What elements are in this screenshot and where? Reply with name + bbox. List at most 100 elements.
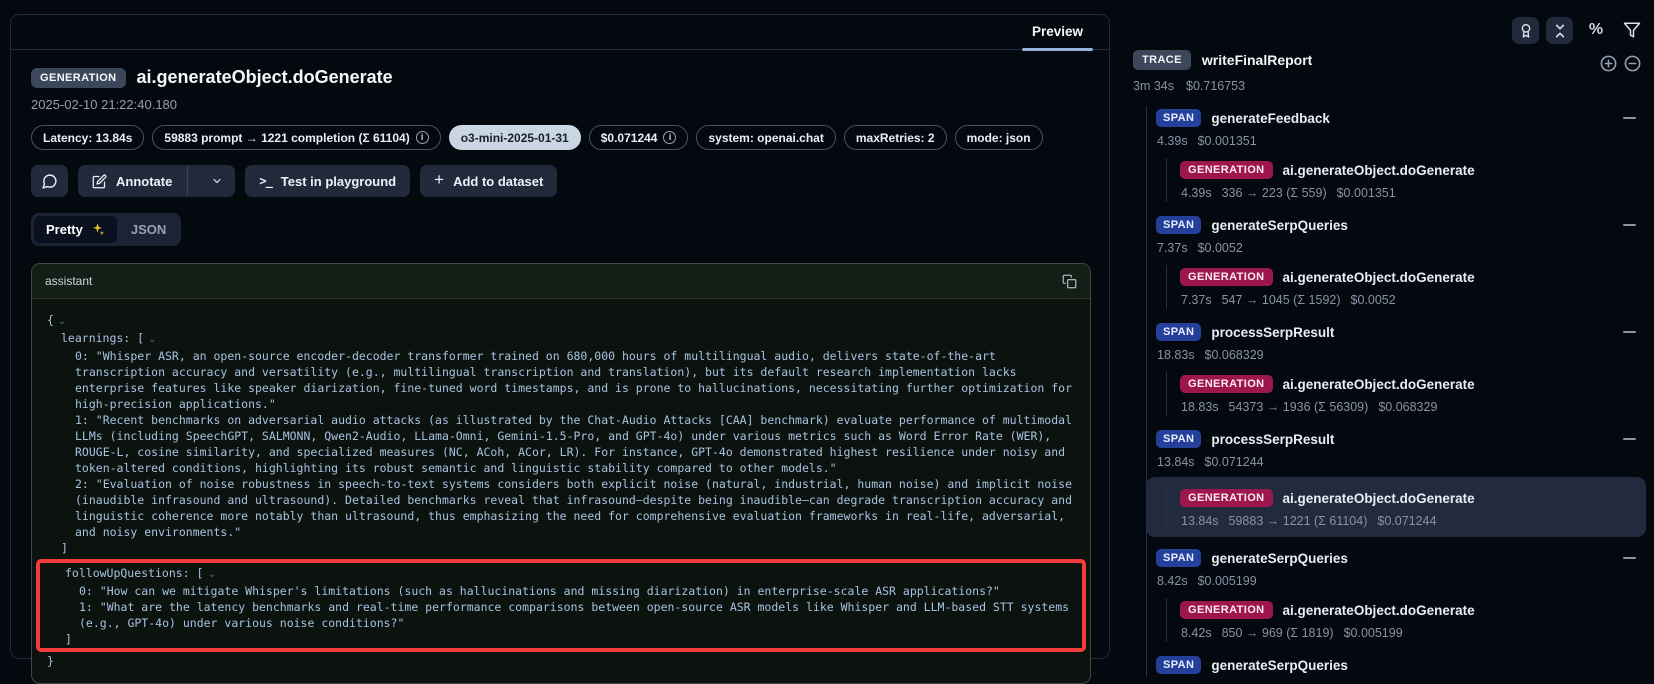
code-text: } (47, 654, 54, 668)
generation-tokens: 850 → 969 (Σ 1819) (1222, 626, 1334, 640)
span-children: GENERATIONai.generateObject.doGenerate8.… (1166, 596, 1646, 644)
tree-node-generation[interactable]: GENERATIONai.generateObject.doGenerate18… (1166, 370, 1646, 418)
trace-header[interactable]: TRACE writeFinalReport (1133, 50, 1646, 70)
code-line: ] (47, 540, 1075, 556)
span-cost: $0.0052 (1198, 241, 1243, 255)
code-line: {⌄ (47, 312, 1075, 330)
observation-tree: SPANgenerateFeedback4.39s$0.001351GENERA… (1146, 106, 1646, 677)
tree-span-row[interactable]: SPAN generateSerpQueries (1156, 653, 1646, 677)
tree-generation-row[interactable]: GENERATIONai.generateObject.doGenerate (1180, 265, 1646, 289)
message-role-header: assistant (32, 264, 1090, 299)
json-output: {⌄learnings: [⌄0: "Whisper ASR, an open-… (32, 299, 1090, 683)
code-text: ] (61, 541, 68, 555)
span-name: generateSerpQueries (1211, 658, 1348, 673)
filter-icon[interactable] (1621, 19, 1643, 41)
tree-span-row[interactable]: SPANgenerateFeedback (1156, 106, 1646, 130)
tree-generation-row[interactable]: GENERATIONai.generateObject.doGenerate (1180, 486, 1646, 510)
tab-preview[interactable]: Preview (1014, 15, 1101, 50)
generation-name: ai.generateObject.doGenerate (1283, 163, 1475, 178)
info-icon[interactable]: i (416, 131, 429, 144)
view-tab-json[interactable]: JSON (119, 216, 178, 243)
code-text: 2: "Evaluation of noise robustness in sp… (75, 477, 1079, 539)
percent-glyph: % (1589, 21, 1603, 39)
comment-button[interactable] (31, 165, 68, 197)
generation-type-badge: GENERATION (1180, 161, 1273, 179)
chevron-down-icon[interactable]: ⌄ (148, 334, 156, 345)
span-cost: $0.068329 (1205, 348, 1264, 362)
generation-name: ai.generateObject.doGenerate (1283, 603, 1475, 618)
tree-span-row[interactable]: SPANprocessSerpResult (1156, 320, 1646, 344)
view-tab-pretty[interactable]: Pretty (34, 216, 117, 243)
info-icon[interactable]: i (663, 131, 676, 144)
generation-name: ai.generateObject.doGenerate (1283, 491, 1475, 506)
annotation-queue-button[interactable] (1512, 17, 1539, 44)
tree-span-row[interactable]: SPAN generateSerpQueries (1156, 213, 1646, 237)
span-type-badge: SPAN (1156, 216, 1201, 234)
code-line: 0: "Whisper ASR, an open-source encoder-… (47, 348, 1075, 412)
annotate-button[interactable]: Annotate (78, 165, 235, 197)
trace-cost: $0.716753 (1186, 79, 1245, 93)
tree-span-row[interactable]: SPANprocessSerpResult (1156, 427, 1646, 451)
collapse-node-icon[interactable] (1623, 117, 1636, 119)
plus-icon: + (434, 170, 444, 190)
add-to-dataset-button[interactable]: + Add to dataset (420, 165, 557, 197)
percent-icon[interactable]: % (1585, 19, 1607, 41)
code-line: 2: "Evaluation of noise robustness in sp… (47, 476, 1075, 540)
code-line: 0: "How can we mitigate Whisper's limita… (51, 583, 1071, 599)
collapse-vertical-icon (1552, 23, 1568, 39)
observation-type-badge: GENERATION (31, 68, 126, 88)
badge-label: o3-mini-2025-01-31 (461, 131, 569, 145)
tree-node-generation[interactable]: GENERATIONai.generateObject.doGenerate7.… (1166, 263, 1646, 311)
page-title: ai.generateObject.doGenerate (137, 67, 393, 88)
generation-duration: 13.84s (1181, 514, 1219, 528)
test-in-playground-button[interactable]: >_ Test in playground (245, 165, 410, 197)
tree-generation-row[interactable]: GENERATION ai.generateObject.doGenerate (1180, 598, 1646, 622)
tree-node-span: SPANgenerateSerpQueries7.37s$0.0052GENER… (1156, 213, 1646, 311)
span-metrics: 4.39s$0.001351 (1157, 134, 1646, 148)
badge-label: system: openai.chat (708, 131, 823, 145)
chevron-down-icon[interactable]: ⌄ (58, 316, 66, 327)
pretty-json-toggle: PrettyJSON (31, 213, 181, 246)
code-line: 1: "Recent benchmarks on adversarial aud… (47, 412, 1075, 476)
tree-node-generation[interactable]: GENERATIONai.generateObject.doGenerate 13… (1146, 477, 1646, 537)
span-name: generateSerpQueries (1211, 551, 1348, 566)
span-name: generateSerpQueries (1211, 218, 1348, 233)
code-line: learnings: [⌄ (47, 330, 1075, 348)
code-text: followUpQuestions: [ (65, 566, 203, 580)
code-text: 1: "Recent benchmarks on adversarial aud… (75, 413, 1079, 475)
copy-icon[interactable] (1062, 274, 1077, 289)
span-metrics: 8.42s$0.005199 (1157, 574, 1646, 588)
generation-cost: $0.0052 (1351, 293, 1396, 307)
collapse-node-icon[interactable] (1623, 331, 1636, 333)
generation-tokens: 547 → 1045 (Σ 1592) (1222, 293, 1341, 307)
collapse-node-icon[interactable] (1623, 224, 1636, 226)
code-text: ] (65, 632, 72, 646)
collapse-node-icon[interactable] (1623, 557, 1636, 559)
tree-node-span: SPANprocessSerpResult18.83s$0.068329GENE… (1156, 320, 1646, 418)
trace-title: writeFinalReport (1202, 52, 1312, 68)
annotate-dropdown[interactable] (199, 175, 235, 187)
trace-badge: TRACE (1133, 50, 1191, 70)
tree-node-generation[interactable]: GENERATION ai.generateObject.doGenerate 4.… (1166, 156, 1646, 204)
tree-generation-row[interactable]: GENERATIONai.generateObject.doGenerate (1180, 372, 1646, 396)
span-type-badge: SPAN (1156, 656, 1201, 674)
dataset-label: Add to dataset (453, 174, 543, 189)
metadata-badges: Latency: 13.84s59883 prompt → 1221 compl… (31, 125, 1089, 150)
generation-type-badge: GENERATION (1180, 601, 1273, 619)
badge-label: mode: json (967, 131, 1031, 145)
span-name: generateFeedback (1211, 111, 1330, 126)
tree-node-span: SPAN generateSerpQueries (1156, 653, 1646, 677)
collapse-node-icon[interactable] (1623, 438, 1636, 440)
span-name: processSerpResult (1211, 325, 1334, 340)
tree-generation-row[interactable]: GENERATION ai.generateObject.doGenerate (1180, 158, 1646, 182)
generation-metrics: 4.39s336 → 223 (Σ 559)$0.001351 (1181, 186, 1646, 200)
chevron-down-icon[interactable]: ⌄ (207, 569, 215, 580)
generation-cost: $0.005199 (1344, 626, 1403, 640)
generation-name: ai.generateObject.doGenerate (1283, 377, 1475, 392)
trace-duration: 3m 34s (1133, 79, 1174, 93)
collapse-tree-button[interactable] (1546, 17, 1573, 44)
sparkles-icon (90, 222, 105, 237)
tree-span-row[interactable]: SPANgenerateSerpQueries (1156, 546, 1646, 570)
tree-node-generation[interactable]: GENERATIONai.generateObject.doGenerate8.… (1166, 596, 1646, 644)
chevron-down-icon (211, 175, 223, 187)
